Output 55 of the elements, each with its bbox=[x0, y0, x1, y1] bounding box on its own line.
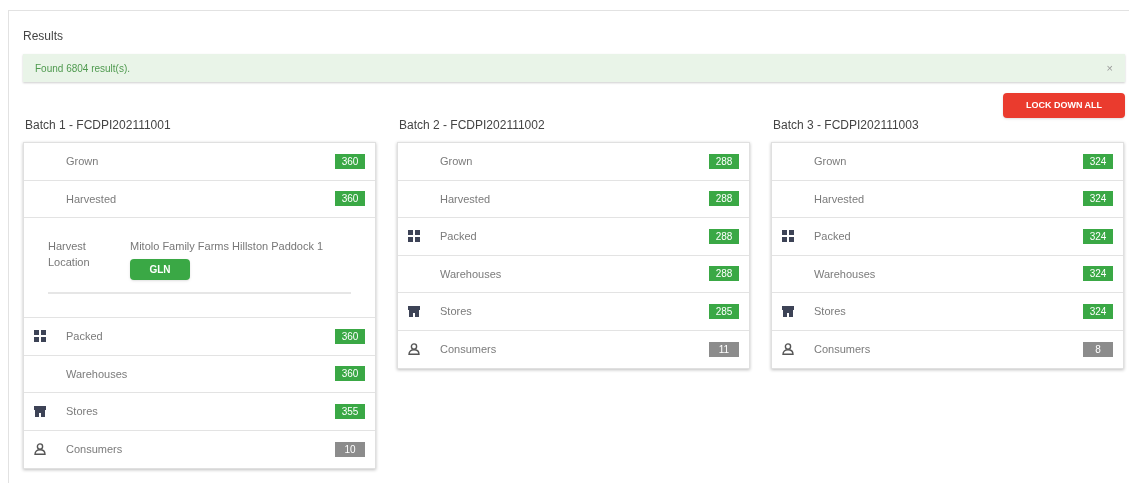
row-label: Warehouses bbox=[440, 266, 503, 282]
store-icon bbox=[408, 305, 420, 317]
row-label: Harvested bbox=[814, 191, 866, 207]
lock-down-all-button[interactable]: LOCK DOWN ALL bbox=[1003, 93, 1125, 118]
count-badge: 324 bbox=[1083, 266, 1113, 282]
alert-message: Found 6804 result(s). bbox=[35, 61, 131, 76]
row-label: Stores bbox=[66, 404, 99, 419]
count-badge: 10 bbox=[335, 441, 365, 457]
count-badge: 360 bbox=[335, 328, 365, 344]
count-badge: 288 bbox=[709, 266, 739, 282]
count-badge: 360 bbox=[335, 366, 365, 382]
batch-title: Batch 3 - FCDPI202111003 bbox=[772, 117, 920, 133]
batch-title: Batch 1 - FCDPI202111001 bbox=[24, 117, 172, 133]
count-badge: 285 bbox=[709, 303, 739, 319]
batch-title: Batch 2 - FCDPI202111002 bbox=[398, 117, 546, 133]
row-label: Consumers bbox=[66, 442, 124, 457]
count-badge: 360 bbox=[335, 153, 365, 169]
row-label: Warehouses bbox=[66, 366, 129, 382]
store-icon bbox=[34, 405, 46, 417]
field-label: Harvest Location bbox=[48, 239, 91, 270]
row-label: Consumers bbox=[440, 342, 498, 357]
count-badge: 324 bbox=[1083, 228, 1113, 244]
row-label: Packed bbox=[814, 229, 852, 244]
row-label: Grown bbox=[66, 154, 100, 169]
count-badge: 11 bbox=[709, 341, 739, 357]
count-badge: 360 bbox=[335, 191, 365, 207]
row-label: Stores bbox=[814, 304, 847, 319]
row-label: Stores bbox=[440, 304, 473, 319]
count-badge: 8 bbox=[1083, 341, 1113, 357]
count-badge: 324 bbox=[1083, 153, 1113, 169]
row-label: Harvested bbox=[66, 191, 118, 207]
location-text: Mitolo Family Farms Hillston Paddock 1 bbox=[130, 239, 324, 254]
row-label: Warehouses bbox=[814, 266, 877, 282]
store-icon bbox=[782, 305, 794, 317]
row-label: Harvested bbox=[440, 191, 492, 207]
row-label: Packed bbox=[440, 229, 478, 244]
grid-icon bbox=[408, 230, 420, 243]
row-label: Grown bbox=[814, 154, 848, 169]
close-button[interactable]: × bbox=[1106, 62, 1113, 74]
row-label: Grown bbox=[440, 154, 474, 169]
person-icon bbox=[408, 343, 420, 356]
count-badge: 355 bbox=[335, 403, 365, 419]
count-badge: 288 bbox=[709, 228, 739, 244]
person-icon bbox=[782, 343, 794, 356]
gln-button[interactable]: GLN bbox=[130, 258, 190, 280]
grid-icon bbox=[34, 330, 46, 343]
person-icon bbox=[34, 443, 46, 456]
results-heading: Results bbox=[23, 28, 64, 44]
count-badge: 324 bbox=[1083, 303, 1113, 319]
grid-icon bbox=[782, 230, 794, 243]
count-badge: 288 bbox=[709, 153, 739, 169]
count-badge: 324 bbox=[1083, 191, 1113, 207]
row-label: Consumers bbox=[814, 342, 872, 357]
count-badge: 288 bbox=[709, 191, 739, 207]
row-label: Packed bbox=[66, 329, 104, 344]
